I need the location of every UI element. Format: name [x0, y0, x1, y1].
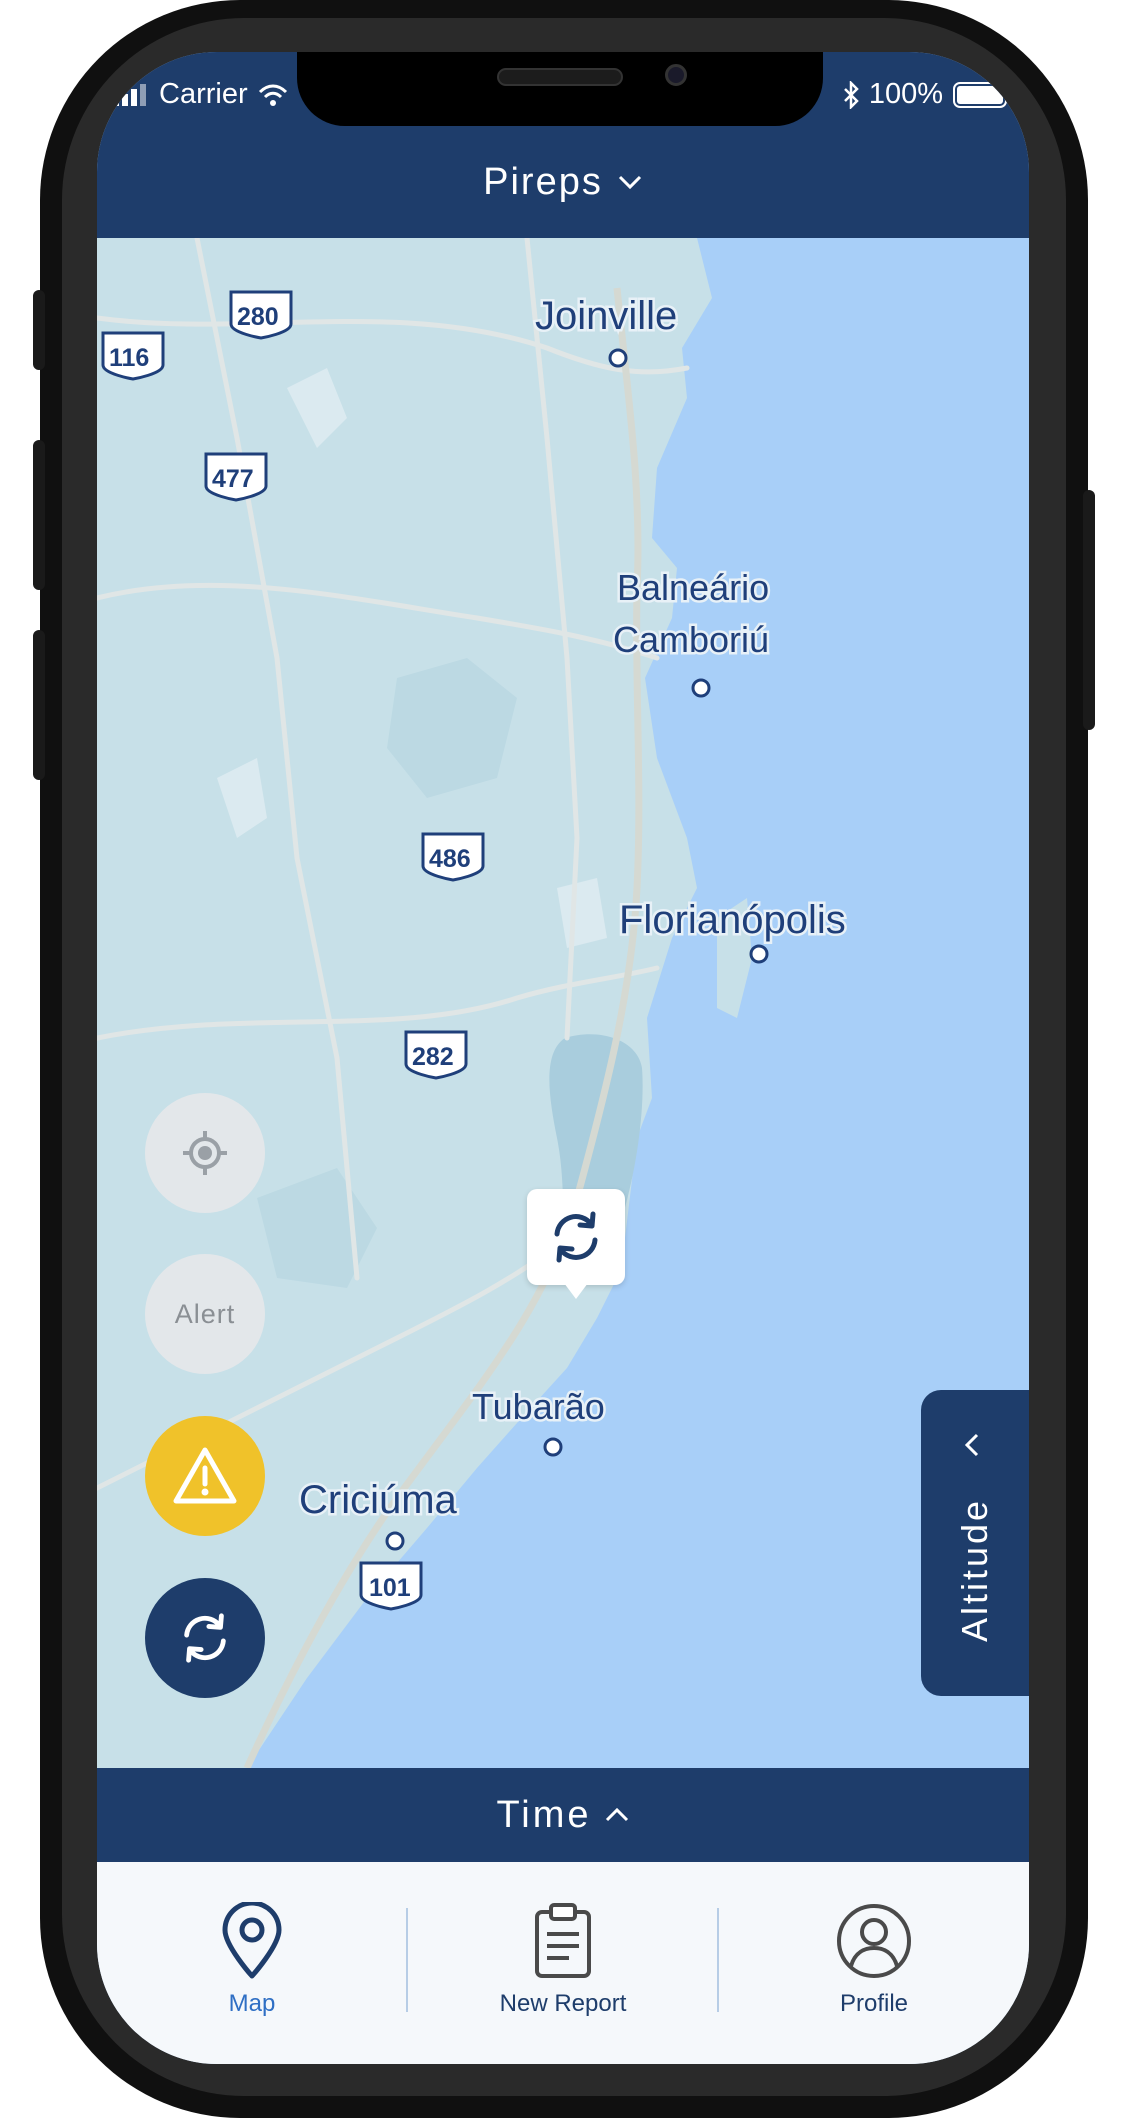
- time-drawer-bar[interactable]: Time: [97, 1768, 1029, 1862]
- time-label: Time: [496, 1793, 592, 1836]
- svg-text:282: 282: [412, 1043, 454, 1071]
- battery-icon: [953, 81, 1012, 108]
- power-button: [1083, 490, 1095, 730]
- bottom-tab-bar: Map New Report Profile: [97, 1862, 1029, 2064]
- volume-down-button: [33, 630, 45, 780]
- svg-text:280: 280: [237, 303, 279, 331]
- chevron-left-icon: [964, 1433, 979, 1457]
- refresh-icon: [184, 1613, 226, 1663]
- svg-text:101: 101: [369, 1574, 411, 1602]
- svg-text:116: 116: [109, 344, 149, 372]
- chevron-down-icon: [618, 175, 641, 190]
- map-pin-icon: [222, 1902, 282, 1979]
- alert-button[interactable]: Alert: [145, 1254, 265, 1374]
- altitude-label: Altitude: [954, 1497, 995, 1643]
- wifi-icon: [258, 84, 287, 106]
- front-camera: [665, 64, 687, 86]
- clipboard-icon: [535, 1903, 591, 1978]
- highway-shield: 477: [204, 452, 268, 502]
- warning-icon: [173, 1447, 237, 1504]
- volume-up-button: [33, 440, 45, 590]
- app-screen: Joinville Balneário Camboriú Florianópol…: [97, 52, 1029, 2064]
- tab-map-label: Map: [228, 1990, 276, 2017]
- highway-shield: 101: [359, 1561, 423, 1611]
- city-dot: [608, 348, 628, 368]
- refresh-icon: [554, 1211, 598, 1263]
- layer-selector[interactable]: Pireps: [97, 152, 1029, 212]
- highway-shield: 280: [229, 290, 293, 340]
- city-dot: [385, 1531, 405, 1551]
- bluetooth-icon: [843, 80, 859, 109]
- refresh-map-marker[interactable]: [527, 1189, 625, 1299]
- speaker-grille: [497, 68, 623, 86]
- altitude-drawer-tab[interactable]: Altitude: [921, 1390, 1029, 1696]
- map-canvas: Joinville Balneário Camboriú Florianópol…: [97, 238, 1029, 1768]
- tab-profile-label: Profile: [839, 1990, 909, 2017]
- city-label-joinville: Joinville: [535, 294, 677, 338]
- tab-profile[interactable]: Profile: [719, 1862, 1029, 2064]
- crosshair-icon: [183, 1131, 227, 1175]
- device-notch: [297, 52, 823, 126]
- tab-new-report-label: New Report: [499, 1990, 627, 2017]
- highway-shield: 486: [421, 832, 485, 882]
- chevron-up-icon: [605, 1807, 628, 1822]
- city-dot: [543, 1437, 563, 1457]
- map-view[interactable]: Joinville Balneário Camboriú Florianópol…: [97, 238, 1029, 1768]
- battery-percent: 100%: [868, 78, 943, 110]
- highway-shield: 282: [404, 1030, 468, 1080]
- tab-new-report[interactable]: New Report: [408, 1862, 718, 2064]
- city-dot: [691, 678, 711, 698]
- header-bar: Carrier 100% Pireps: [97, 52, 1029, 238]
- tab-map[interactable]: Map: [97, 1862, 407, 2064]
- svg-text:486: 486: [429, 845, 471, 873]
- status-bar: Carrier 100%: [97, 52, 1029, 132]
- mute-switch: [33, 290, 45, 370]
- carrier-label: Carrier: [159, 78, 248, 110]
- signal-icon: [113, 83, 146, 106]
- profile-icon: [837, 1904, 911, 1978]
- status-right: 100%: [843, 78, 1013, 111]
- city-dot: [749, 944, 769, 964]
- svg-text:477: 477: [212, 465, 254, 493]
- page-title: Pireps: [483, 160, 603, 203]
- city-label-florianopolis: Florianópolis: [619, 898, 846, 942]
- refresh-button[interactable]: [145, 1578, 265, 1698]
- warning-button[interactable]: [145, 1416, 265, 1536]
- city-label-tubarao: Tubarão: [472, 1386, 605, 1427]
- locate-me-button[interactable]: [145, 1093, 265, 1213]
- city-label-balneario: Balneário: [617, 567, 769, 608]
- highway-shield: 116: [101, 331, 165, 381]
- city-label-criciuma: Criciúma: [299, 1478, 458, 1522]
- city-label-camboriu: Camboriú: [613, 619, 769, 660]
- alert-button-label: Alert: [174, 1298, 236, 1329]
- status-left: Carrier: [113, 78, 288, 111]
